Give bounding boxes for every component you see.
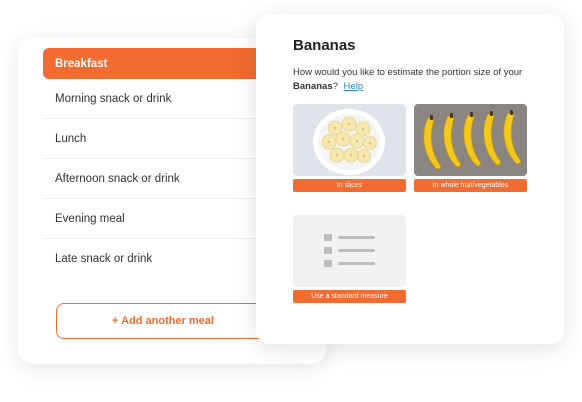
meal-item-late-snack[interactable]: Late snack or drink — [43, 239, 273, 279]
meal-item-afternoon-snack[interactable]: Afternoon snack or drink — [43, 159, 273, 199]
question-food-name: Bananas — [293, 81, 333, 92]
meal-item-morning-snack[interactable]: Morning snack or drink — [43, 79, 273, 119]
food-title: Bananas — [293, 37, 356, 54]
question-prefix: How would you like to estimate the porti… — [293, 67, 523, 78]
meal-list: Breakfast Morning snack or drink Lunch A… — [43, 48, 273, 279]
meal-item-breakfast[interactable]: Breakfast — [43, 48, 273, 79]
question-suffix: ? — [332, 81, 338, 92]
help-link[interactable]: Help — [344, 81, 364, 92]
whole-bananas-photo — [414, 104, 527, 176]
option-standard-measure[interactable]: Use a standard measure — [293, 215, 406, 303]
meal-item-lunch[interactable]: Lunch — [43, 119, 273, 159]
banana-slices-photo — [293, 104, 406, 176]
option-in-slices[interactable]: In slices — [293, 104, 406, 192]
option-label: In slices — [293, 179, 406, 192]
meal-item-evening-meal[interactable]: Evening meal — [43, 199, 273, 239]
add-meal-button[interactable]: + Add another meal — [56, 303, 270, 339]
list-icon — [293, 215, 406, 287]
portion-question: How would you like to estimate the porti… — [293, 66, 543, 94]
option-label: In whole fruit/vegetables — [414, 179, 527, 192]
option-whole-fruit[interactable]: In whole fruit/vegetables — [414, 104, 527, 192]
option-label: Use a standard measure — [293, 290, 406, 303]
